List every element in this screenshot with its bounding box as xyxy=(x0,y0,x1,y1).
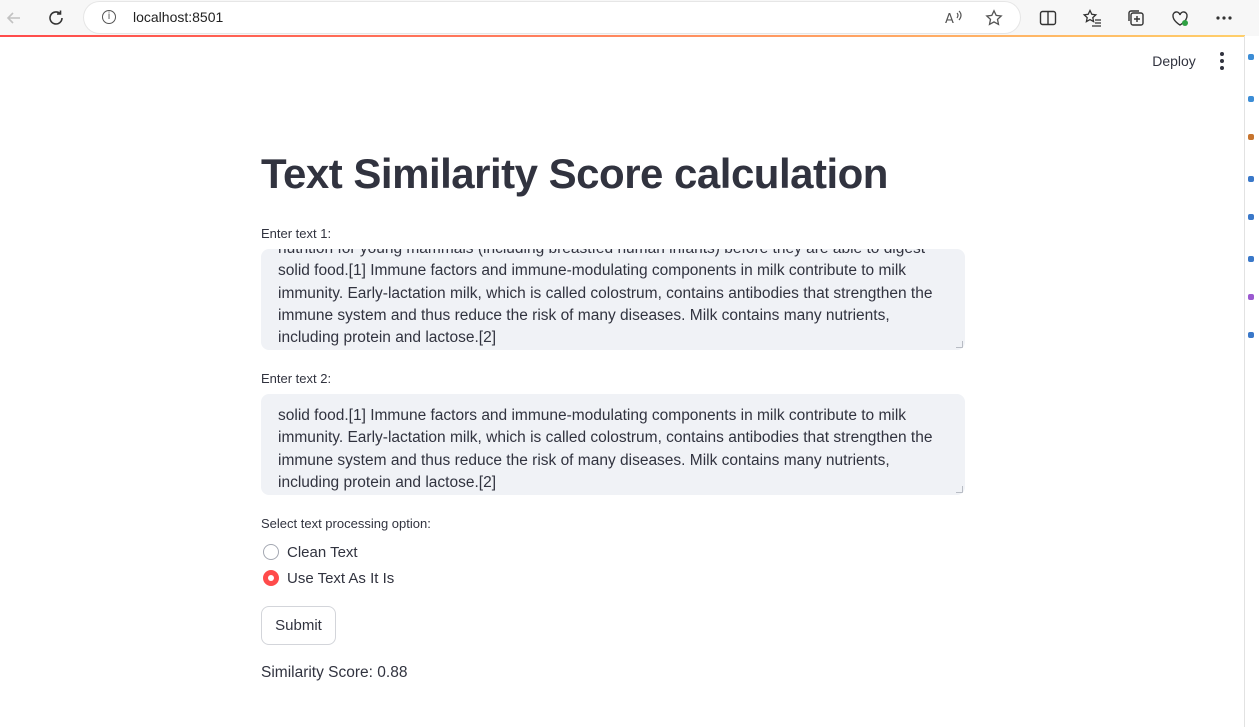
text1-value: nutrition for young mammals (including b… xyxy=(278,249,933,347)
main-menu-icon[interactable] xyxy=(1212,48,1232,74)
collections-icon[interactable] xyxy=(1122,4,1150,32)
radio-use-text-as-is[interactable]: Use Text As It Is xyxy=(261,567,394,589)
more-dots-icon[interactable] xyxy=(1210,4,1238,32)
radio-label: Clean Text xyxy=(287,543,358,561)
split-screen-icon[interactable] xyxy=(1034,4,1062,32)
address-bar[interactable]: i localhost:8501 A xyxy=(84,2,1020,33)
radio-unchecked-icon[interactable] xyxy=(263,544,279,560)
extensions-icon[interactable] xyxy=(1166,4,1194,32)
resize-handle-icon[interactable] xyxy=(956,486,963,493)
radio-label: Use Text As It Is xyxy=(287,569,395,587)
read-aloud-icon[interactable]: A xyxy=(943,7,965,29)
page-title: Text Similarity Score calculation xyxy=(261,150,888,197)
submit-button[interactable]: Submit xyxy=(261,606,336,645)
radio-clean-text[interactable]: Clean Text xyxy=(261,541,358,563)
text2-value: solid food.[1] Immune factors and immune… xyxy=(278,407,933,491)
reload-icon[interactable] xyxy=(42,4,70,32)
star-icon[interactable] xyxy=(983,7,1005,29)
text1-label: Enter text 1: xyxy=(261,226,332,241)
svg-text:A: A xyxy=(945,12,954,26)
similarity-score-result: Similarity Score: 0.88 xyxy=(261,664,408,681)
deploy-button[interactable]: Deploy xyxy=(1143,48,1205,74)
processing-label: Select text processing option: xyxy=(261,516,431,531)
browser-toolbar: i localhost:8501 A xyxy=(0,0,1259,36)
browser-side-panel xyxy=(1244,36,1259,727)
site-info-icon[interactable]: i xyxy=(102,10,116,24)
text2-label: Enter text 2: xyxy=(261,371,332,386)
back-arrow-icon[interactable] xyxy=(0,4,28,32)
favorites-list-icon[interactable] xyxy=(1078,4,1106,32)
text2-input[interactable]: solid food.[1] Immune factors and immune… xyxy=(261,394,965,495)
url-text: localhost:8501 xyxy=(133,9,224,25)
loading-progress-line xyxy=(0,35,1245,37)
resize-handle-icon[interactable] xyxy=(956,341,963,348)
text1-input[interactable]: nutrition for young mammals (including b… xyxy=(261,249,965,350)
radio-checked-icon[interactable] xyxy=(263,570,279,586)
